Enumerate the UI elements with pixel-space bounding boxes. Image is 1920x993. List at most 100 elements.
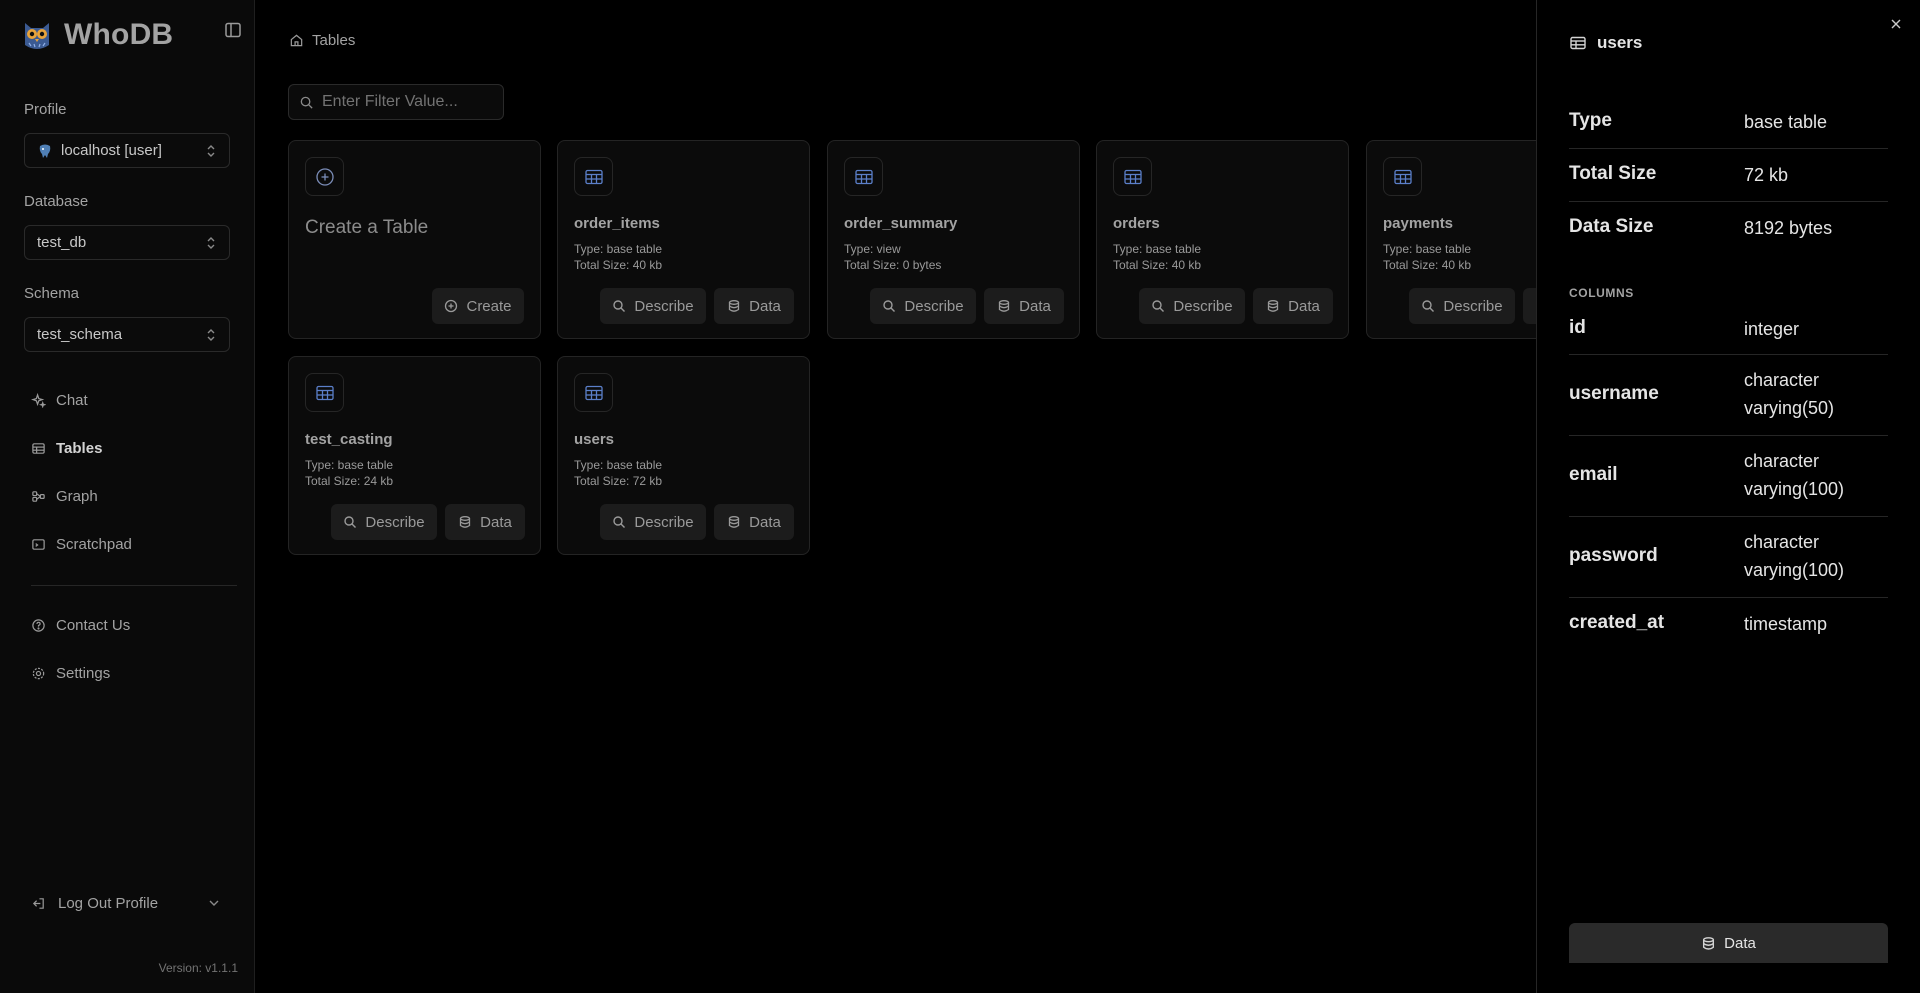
table-card-order-summary: order_summary Type: view Total Size: 0 b… — [827, 140, 1080, 339]
data-label: Data — [480, 513, 512, 531]
table-icon — [574, 157, 613, 196]
table-card-payments: payments Type: base table Total Size: 40… — [1366, 140, 1536, 339]
table-size: Total Size: 40 kb — [1383, 258, 1472, 272]
column-name: created_at — [1569, 612, 1665, 633]
sidebar-item-contact-us[interactable]: Contact Us — [31, 613, 130, 637]
search-icon — [612, 299, 626, 313]
sidebar-item-label: Settings — [56, 664, 111, 682]
prop-row-data-size: Data Size 8192 bytes — [1569, 202, 1888, 255]
column-type: timestamp — [1744, 614, 1828, 634]
create-button[interactable]: Create — [432, 288, 524, 324]
data-button[interactable] — [1523, 288, 1536, 324]
describe-label: Describe — [365, 513, 425, 531]
filter-field[interactable] — [288, 84, 504, 120]
data-label: Data — [749, 297, 781, 315]
table-type: Type: base table — [574, 242, 663, 256]
data-button[interactable]: Data — [714, 288, 794, 324]
sidebar-item-tables[interactable]: Tables — [31, 436, 102, 460]
chevron-up-down-icon — [205, 143, 217, 159]
chevron-down-icon[interactable] — [207, 896, 221, 910]
close-icon[interactable] — [1888, 16, 1904, 32]
prop-value: base table — [1744, 112, 1828, 132]
table-size: Total Size: 72 kb — [574, 474, 663, 488]
panel-data-label: Data — [1724, 934, 1756, 952]
column-row-email: email character varying(100) — [1569, 436, 1888, 517]
database-icon — [727, 515, 741, 529]
sidebar-toggle-icon[interactable] — [223, 20, 243, 40]
create-table-title: Create a Table — [305, 217, 429, 238]
column-row-username: username character varying(50) — [1569, 355, 1888, 436]
profile-select[interactable]: localhost [user] — [24, 133, 230, 168]
search-icon — [612, 515, 626, 529]
logout-profile-button[interactable]: Log Out Profile — [31, 891, 221, 915]
prop-key: Total Size — [1569, 163, 1657, 184]
describe-button[interactable]: Describe — [870, 288, 976, 324]
table-type: Type: base table — [305, 458, 394, 472]
describe-button[interactable]: Describe — [331, 504, 437, 540]
sidebar-item-label: Chat — [56, 391, 88, 409]
describe-label: Describe — [904, 297, 964, 315]
table-type: Type: base table — [574, 458, 663, 472]
table-name: order_items — [574, 215, 660, 232]
database-value: test_db — [37, 234, 87, 251]
filter-input[interactable] — [322, 93, 492, 111]
schema-select[interactable]: test_schema — [24, 317, 230, 352]
database-icon — [997, 299, 1011, 313]
panel-data-button[interactable]: Data — [1569, 923, 1888, 963]
describe-label: Describe — [634, 297, 694, 315]
column-name: id — [1569, 317, 1586, 338]
prop-row-total-size: Total Size 72 kb — [1569, 149, 1888, 202]
describe-button[interactable]: Describe — [1409, 288, 1515, 324]
table-type: Type: base table — [1113, 242, 1202, 256]
prop-value: 72 kb — [1744, 165, 1789, 185]
sidebar-item-label: Scratchpad — [56, 535, 132, 553]
database-icon — [727, 299, 741, 313]
sidebar-item-scratchpad[interactable]: Scratchpad — [31, 532, 132, 556]
brand[interactable]: WhoDB — [22, 18, 173, 52]
table-name: order_summary — [844, 215, 958, 232]
table-card-order-items: order_items Type: base table Total Size:… — [557, 140, 810, 339]
data-button[interactable]: Data — [984, 288, 1064, 324]
describe-button[interactable]: Describe — [600, 288, 706, 324]
sidebar-item-chat[interactable]: Chat — [31, 388, 88, 412]
table-icon — [1113, 157, 1152, 196]
breadcrumb[interactable]: Tables — [289, 32, 355, 49]
table-type: Type: view — [844, 242, 901, 256]
panel-title-text: users — [1597, 33, 1643, 52]
home-icon — [289, 33, 304, 48]
help-circle-icon — [31, 618, 46, 633]
column-type: integer — [1744, 319, 1800, 339]
sidebar: WhoDB Profile localhost [user] Database … — [0, 0, 255, 993]
version-text: Version: v1.1.1 — [158, 961, 238, 975]
search-icon — [882, 299, 896, 313]
table-icon — [1383, 157, 1422, 196]
prop-row-type: Type base table — [1569, 106, 1888, 149]
data-button[interactable]: Data — [714, 504, 794, 540]
table-name: test_casting — [305, 431, 393, 448]
describe-button[interactable]: Describe — [1139, 288, 1245, 324]
describe-label: Describe — [634, 513, 694, 531]
column-row-password: password character varying(100) — [1569, 517, 1888, 598]
data-button[interactable]: Data — [445, 504, 525, 540]
sidebar-item-graph[interactable]: Graph — [31, 484, 98, 508]
database-select[interactable]: test_db — [24, 225, 230, 260]
sidebar-item-label: Tables — [56, 439, 103, 457]
schema-value: test_schema — [37, 326, 123, 343]
logout-icon — [31, 896, 46, 911]
terminal-icon — [31, 537, 46, 552]
table-name: users — [574, 431, 615, 448]
describe-label: Describe — [1443, 297, 1503, 315]
describe-button[interactable]: Describe — [600, 504, 706, 540]
table-size: Total Size: 24 kb — [305, 474, 394, 488]
data-button[interactable]: Data — [1253, 288, 1333, 324]
search-icon — [1421, 299, 1435, 313]
column-row-created-at: created_at timestamp — [1569, 598, 1888, 650]
table-icon — [844, 157, 883, 196]
database-icon — [1266, 299, 1280, 313]
sidebar-item-settings[interactable]: Settings — [31, 661, 110, 685]
table-name: orders — [1113, 215, 1160, 232]
sidebar-item-label: Graph — [56, 487, 98, 505]
panel-title: users — [1569, 33, 1642, 53]
sidebar-item-label: Contact Us — [56, 616, 131, 634]
table-icon — [31, 441, 46, 456]
